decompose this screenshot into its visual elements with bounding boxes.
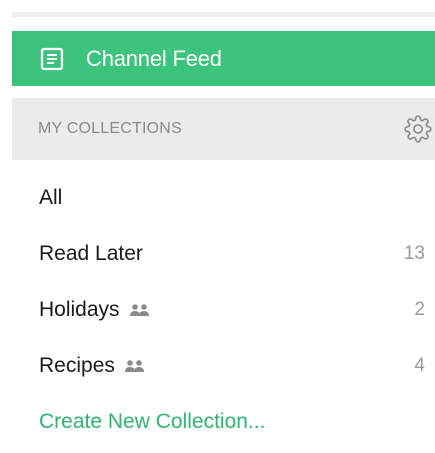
collection-name: Holidays xyxy=(39,298,120,321)
collection-item-holidays[interactable]: Holidays 2 xyxy=(12,282,435,338)
gear-icon[interactable] xyxy=(404,115,432,143)
collections-list: All Read Later 13 Holidays 2 Recipes 4 xyxy=(12,170,435,394)
channel-feed-item[interactable]: Channel Feed xyxy=(12,31,435,86)
collection-item-recipes[interactable]: Recipes 4 xyxy=(12,338,435,394)
collection-item-read-later[interactable]: Read Later 13 xyxy=(12,226,435,282)
top-strip xyxy=(0,0,435,18)
channel-feed-label: Channel Feed xyxy=(86,45,222,71)
collection-name: All xyxy=(39,186,63,209)
shared-users-icon xyxy=(129,303,151,317)
create-new-collection-link[interactable]: Create New Collection... xyxy=(39,410,265,434)
feed-icon xyxy=(40,47,64,71)
collections-header: MY COLLECTIONS xyxy=(12,98,435,160)
shared-users-icon xyxy=(124,359,146,373)
top-divider xyxy=(12,12,435,17)
collection-name: Recipes xyxy=(39,354,115,377)
collection-count: 13 xyxy=(403,243,425,264)
collection-count: 4 xyxy=(414,355,425,376)
collections-header-title: MY COLLECTIONS xyxy=(38,120,182,137)
collection-item-all[interactable]: All xyxy=(12,170,435,226)
collection-count: 2 xyxy=(414,299,425,320)
collection-name: Read Later xyxy=(39,242,143,265)
